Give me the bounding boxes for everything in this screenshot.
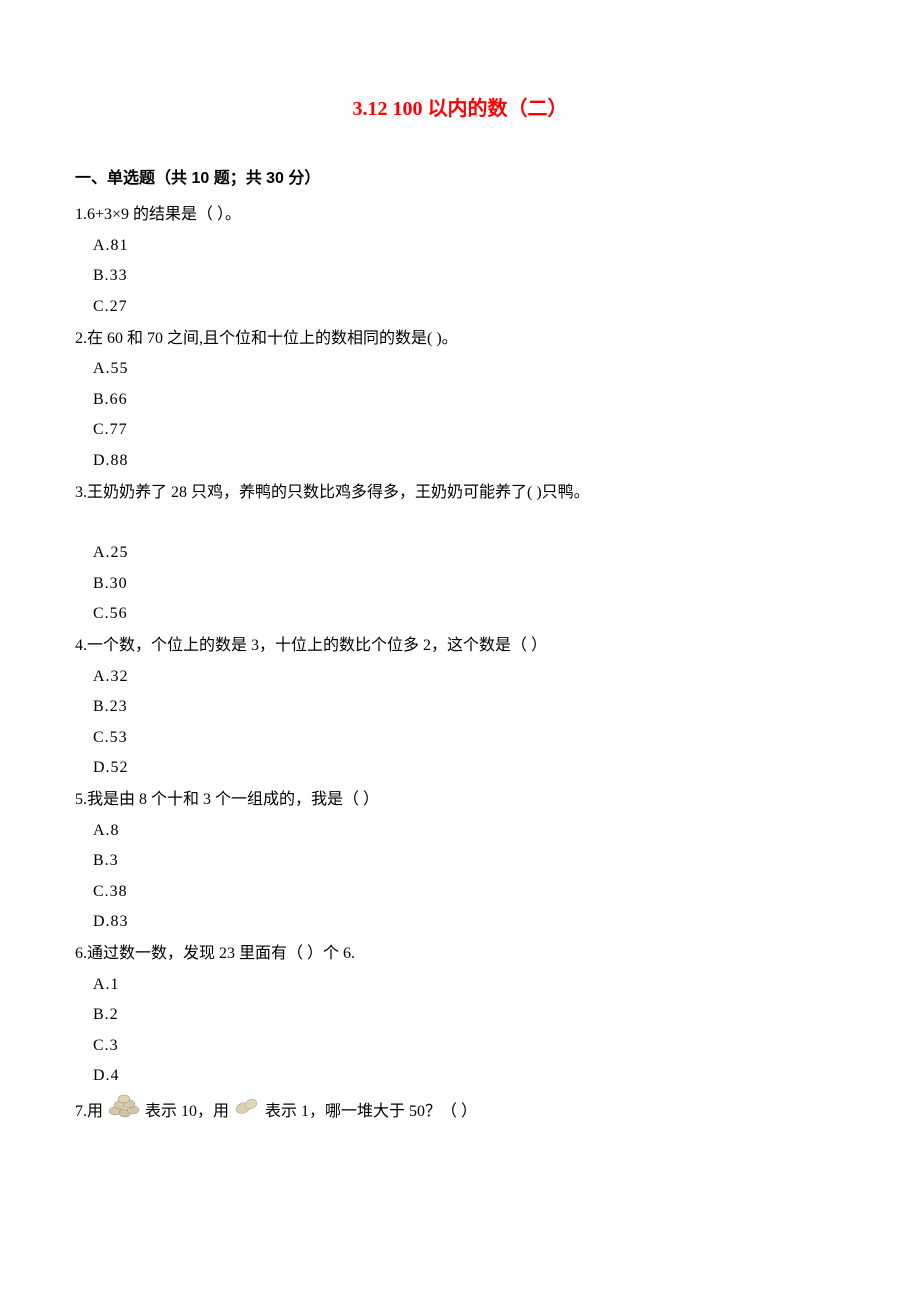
section-header: 一、单选题（共 10 题；共 30 分） — [75, 164, 845, 194]
question-6-option-d: D.4 — [75, 1061, 845, 1091]
question-5-option-c: C.38 — [75, 877, 845, 907]
question-2-option-a: A.55 — [75, 354, 845, 384]
question-5-text: 5.我是由 8 个十和 3 个一组成的，我是（ ） — [75, 785, 845, 815]
question-6-option-c: C.3 — [75, 1031, 845, 1061]
question-3-text: 3.王奶奶养了 28 只鸡，养鸭的只数比鸡多得多，王奶奶可能养了( )只鸭。 — [75, 478, 845, 508]
question-3-option-a: A.25 — [75, 538, 845, 568]
question-5: 5.我是由 8 个十和 3 个一组成的，我是（ ） A.8 B.3 C.38 D… — [75, 785, 845, 937]
question-1-text: 1.6+3×9 的结果是（ ）。 — [75, 200, 845, 230]
question-4: 4.一个数，个位上的数是 3，十位上的数比个位多 2，这个数是（ ） A.32 … — [75, 631, 845, 783]
question-1: 1.6+3×9 的结果是（ ）。 A.81 B.33 C.27 — [75, 200, 845, 322]
worksheet-title: 3.12 100 以内的数（二） — [75, 90, 845, 128]
question-3: 3.王奶奶养了 28 只鸡，养鸭的只数比鸡多得多，王奶奶可能养了( )只鸭。 A… — [75, 478, 845, 630]
question-1-option-a: A.81 — [75, 231, 845, 261]
question-7-prefix: 7.用 — [75, 1097, 103, 1127]
question-4-text: 4.一个数，个位上的数是 3，十位上的数比个位多 2，这个数是（ ） — [75, 631, 845, 661]
question-2-option-c: C.77 — [75, 415, 845, 445]
question-5-option-b: B.3 — [75, 846, 845, 876]
question-3-option-c: C.56 — [75, 599, 845, 629]
question-1-option-b: B.33 — [75, 261, 845, 291]
question-2: 2.在 60 和 70 之间,且个位和十位上的数相同的数是( )。 A.55 B… — [75, 324, 845, 476]
question-4-option-b: B.23 — [75, 692, 845, 722]
question-7-text: 7.用 表示 10，用 表示 1，哪一堆大于 50？（ ） — [75, 1093, 845, 1130]
question-6: 6.通过数一数，发现 23 里面有（ ）个 6. A.1 B.2 C.3 D.4 — [75, 939, 845, 1091]
question-7-mid2: 表示 1，哪一堆大于 50？（ ） — [265, 1097, 477, 1127]
question-4-option-a: A.32 — [75, 662, 845, 692]
question-2-text: 2.在 60 和 70 之间,且个位和十位上的数相同的数是( )。 — [75, 324, 845, 354]
peanut-single-icon — [233, 1096, 261, 1127]
question-2-option-b: B.66 — [75, 385, 845, 415]
peanut-pile-icon — [107, 1093, 141, 1130]
question-4-option-c: C.53 — [75, 723, 845, 753]
question-3-option-b: B.30 — [75, 569, 845, 599]
question-6-option-b: B.2 — [75, 1000, 845, 1030]
question-5-option-d: D.83 — [75, 907, 845, 937]
question-6-option-a: A.1 — [75, 970, 845, 1000]
question-2-option-d: D.88 — [75, 446, 845, 476]
question-4-option-d: D.52 — [75, 753, 845, 783]
question-1-option-c: C.27 — [75, 292, 845, 322]
question-6-text: 6.通过数一数，发现 23 里面有（ ）个 6. — [75, 939, 845, 969]
question-7: 7.用 表示 10，用 表示 1，哪一堆大于 50？（ ） — [75, 1093, 845, 1130]
question-7-mid1: 表示 10，用 — [145, 1097, 229, 1127]
question-5-option-a: A.8 — [75, 816, 845, 846]
